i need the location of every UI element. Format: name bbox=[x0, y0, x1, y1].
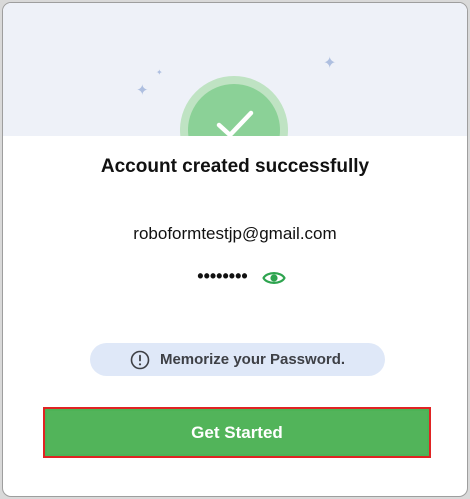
memorize-password-notice: Memorize your Password. bbox=[90, 343, 385, 376]
sparkle-icon: ✦ bbox=[136, 82, 149, 99]
success-dialog: ✦ ✦ ✦ Account created successfully robof… bbox=[2, 2, 468, 497]
memorize-password-text: Memorize your Password. bbox=[159, 351, 346, 368]
hero-banner: ✦ ✦ ✦ bbox=[3, 3, 467, 136]
eye-icon bbox=[262, 272, 286, 284]
get-started-label: Get Started bbox=[191, 422, 283, 442]
sparkle-icon: ✦ bbox=[156, 68, 163, 77]
show-password-button[interactable] bbox=[261, 267, 287, 289]
exclamation-circle-icon bbox=[130, 350, 150, 369]
success-badge bbox=[180, 76, 288, 136]
masked-password: •••••••• bbox=[197, 265, 248, 286]
check-icon bbox=[216, 110, 254, 136]
dialog-title: Account created successfully bbox=[100, 156, 370, 177]
success-circle bbox=[188, 84, 280, 136]
account-email: roboformtestjp@gmail.com bbox=[133, 224, 337, 243]
get-started-button[interactable]: Get Started bbox=[43, 407, 431, 458]
sparkle-icon: ✦ bbox=[323, 55, 337, 72]
password-row: •••••••• bbox=[3, 265, 467, 291]
